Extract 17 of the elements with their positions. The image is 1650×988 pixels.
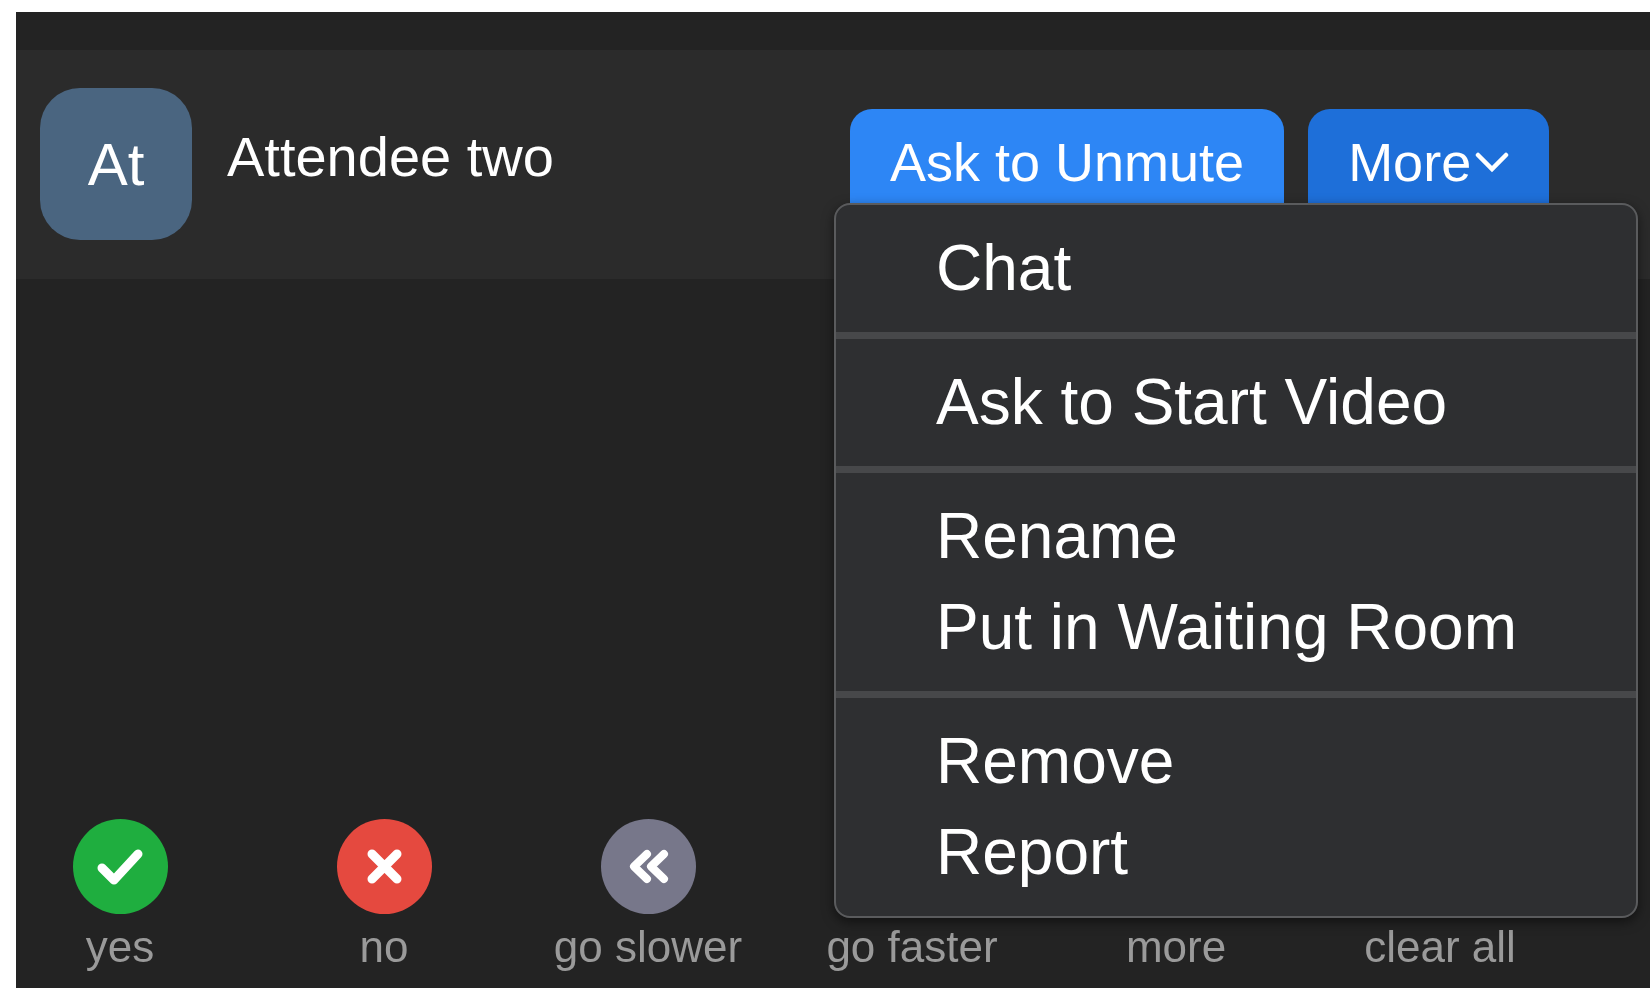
menu-item[interactable]: Remove: [936, 716, 1175, 807]
menu-item[interactable]: Report: [936, 807, 1129, 898]
check-icon[interactable]: [72, 819, 168, 914]
menu-item[interactable]: Rename: [936, 491, 1178, 582]
participant-name: Attendee two: [227, 124, 555, 189]
avatar: At: [40, 88, 192, 240]
close-icon[interactable]: [336, 819, 432, 914]
menu-item[interactable]: Put in Waiting Room: [936, 582, 1517, 673]
reaction-label: clear all: [1364, 922, 1516, 972]
reaction-label: more: [1125, 922, 1227, 972]
double-chevron-left-icon[interactable]: [600, 819, 696, 914]
reaction-label: go faster: [826, 922, 998, 972]
chevron-down-icon: [1475, 151, 1510, 173]
menu-item[interactable]: Ask to Start Video: [936, 357, 1448, 448]
reaction-label: go slower: [553, 922, 743, 972]
reaction-label: yes: [85, 922, 155, 972]
reaction-label: no: [359, 922, 409, 972]
